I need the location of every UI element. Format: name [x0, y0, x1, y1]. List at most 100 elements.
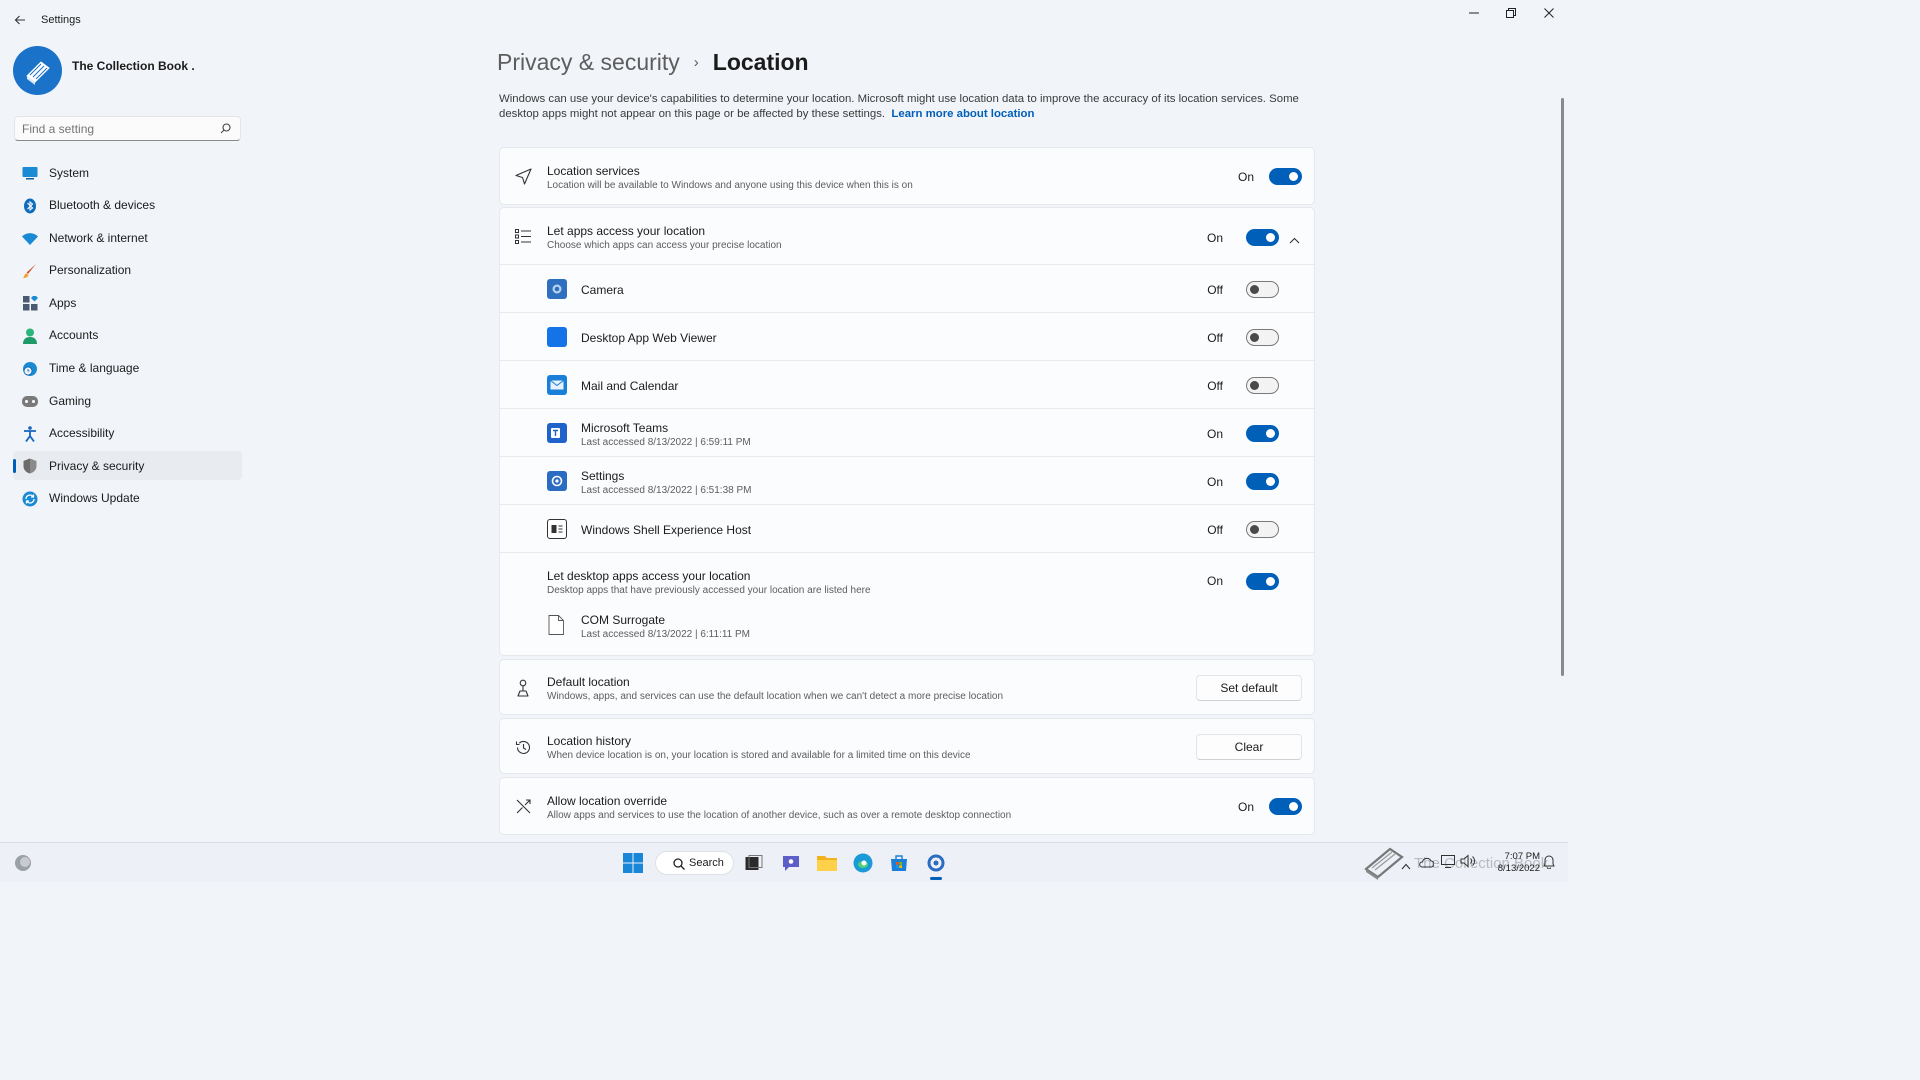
chevron-up-icon[interactable]: [1289, 231, 1300, 249]
set-default-button[interactable]: Set default: [1196, 675, 1302, 701]
app-state: Off: [1207, 331, 1223, 345]
app-row-web-viewer: Desktop App Web Viewer Off: [500, 313, 1314, 361]
sidebar-item-time-language[interactable]: Time & language: [13, 354, 242, 383]
desktop-apps-state: On: [1206, 574, 1223, 588]
default-location-card: Default location Windows, apps, and serv…: [499, 659, 1315, 715]
sidebar-item-system[interactable]: System: [13, 158, 242, 187]
app-name: Windows Shell Experience Host: [581, 523, 752, 537]
chat-icon[interactable]: [780, 852, 802, 874]
taskbar-search[interactable]: Search: [655, 851, 734, 875]
volume-icon[interactable]: [1460, 854, 1476, 873]
sidebar-item-apps[interactable]: Apps: [13, 288, 242, 317]
location-services-toggle[interactable]: [1269, 168, 1302, 185]
sidebar-nav: System Bluetooth & devices Network & int…: [13, 158, 242, 517]
sidebar-item-label: Bluetooth & devices: [49, 198, 156, 213]
location-services-title: Location services: [547, 164, 640, 178]
app-name: Microsoft Teams: [581, 421, 669, 435]
clear-history-button[interactable]: Clear: [1196, 734, 1302, 760]
close-icon: [1544, 8, 1554, 18]
title-bar: Settings: [0, 0, 1568, 40]
teams-icon: [547, 423, 567, 443]
update-icon: [22, 491, 38, 507]
sidebar-item-gaming[interactable]: Gaming: [13, 386, 242, 415]
sidebar-item-label: Time & language: [49, 361, 140, 376]
globe-clock-icon: [22, 361, 38, 377]
monitor-icon: [22, 165, 38, 181]
search-icon: [673, 858, 685, 870]
location-history-title: Location history: [547, 734, 632, 748]
app-state: On: [1206, 427, 1223, 441]
sidebar-item-bluetooth[interactable]: Bluetooth & devices: [13, 191, 242, 220]
app-name: Camera: [581, 283, 624, 297]
brush-icon: [22, 263, 38, 279]
web-viewer-toggle[interactable]: [1246, 329, 1279, 346]
shield-icon: [22, 458, 38, 474]
notification-icon[interactable]: [1543, 855, 1555, 874]
profile-header: The Collection Book .: [13, 46, 253, 96]
history-icon: [514, 738, 532, 756]
taskbar-date: 8/13/2022: [1497, 863, 1540, 874]
desktop-apps-toggle[interactable]: [1246, 573, 1279, 590]
app-last-accessed: Last accessed 8/13/2022 | 6:51:38 PM: [581, 485, 752, 496]
desktop-apps-title: Let desktop apps access your location: [547, 569, 751, 583]
app-access-state: On: [1206, 231, 1223, 245]
minimize-button[interactable]: [1459, 4, 1489, 22]
breadcrumb-parent[interactable]: Privacy & security: [497, 49, 680, 76]
task-view-icon[interactable]: [743, 852, 765, 874]
file-explorer-icon[interactable]: [816, 852, 838, 874]
taskbar-search-label: Search: [689, 857, 724, 869]
back-button[interactable]: [10, 10, 30, 30]
location-override-toggle[interactable]: [1269, 798, 1302, 815]
search-box[interactable]: [14, 116, 241, 141]
taskbar-clock[interactable]: 7:07 PM 8/13/2022: [1480, 851, 1540, 875]
close-button[interactable]: [1534, 4, 1564, 22]
learn-more-link[interactable]: Learn more about location: [891, 108, 1034, 120]
accessibility-icon: [22, 425, 38, 442]
settings-toggle[interactable]: [1246, 473, 1279, 490]
page-title: Location: [712, 48, 809, 75]
app-access-toggle[interactable]: [1246, 229, 1279, 246]
location-history-card: Location history When device location is…: [499, 718, 1315, 774]
sidebar-item-personalization[interactable]: Personalization: [13, 256, 242, 285]
restore-button[interactable]: [1496, 4, 1526, 22]
location-arrow-icon: [514, 167, 532, 185]
default-location-subtitle: Windows, apps, and services can use the …: [547, 691, 1004, 702]
edge-browser-icon[interactable]: [852, 852, 874, 874]
location-services-subtitle: Location will be available to Windows an…: [547, 180, 913, 191]
location-history-subtitle: When device location is on, your locatio…: [547, 750, 971, 761]
shell-host-toggle[interactable]: [1246, 521, 1279, 538]
profile-name: The Collection Book .: [72, 59, 195, 73]
scrollbar[interactable]: [1561, 98, 1564, 676]
gamepad-icon: [22, 393, 38, 409]
camera-toggle[interactable]: [1246, 281, 1279, 298]
sidebar-item-accounts[interactable]: Accounts: [13, 321, 242, 350]
sidebar-item-windows-update[interactable]: Windows Update: [13, 484, 242, 513]
location-override-card: Allow location override Allow apps and s…: [499, 777, 1315, 835]
location-override-title: Allow location override: [547, 794, 668, 808]
weather-icon[interactable]: [12, 852, 34, 874]
cloud-icon[interactable]: [1418, 855, 1435, 873]
app-row-camera: Camera Off: [500, 265, 1314, 313]
app-access-subtitle: Choose which apps can access your precis…: [547, 240, 782, 251]
sidebar-item-privacy-security[interactable]: Privacy & security: [13, 451, 242, 481]
chevron-up-icon[interactable]: [1401, 857, 1411, 875]
file-icon: [548, 615, 564, 640]
app-access-header-row[interactable]: Let apps access your location Choose whi…: [500, 208, 1314, 264]
avatar[interactable]: [13, 46, 62, 95]
teams-toggle[interactable]: [1246, 425, 1279, 442]
intro-text: Windows can use your device's capabiliti…: [499, 92, 1315, 122]
sidebar-item-accessibility[interactable]: Accessibility: [13, 419, 242, 448]
sidebar-item-label: System: [49, 165, 90, 180]
store-icon[interactable]: [888, 852, 910, 874]
settings-taskbar-icon[interactable]: [925, 852, 947, 874]
mail-calendar-toggle[interactable]: [1246, 377, 1279, 394]
app-row-shell-host: Windows Shell Experience Host Off: [500, 505, 1314, 553]
sidebar-item-network[interactable]: Network & internet: [13, 223, 242, 252]
windows-start-icon[interactable]: [622, 852, 644, 874]
display-icon[interactable]: [1441, 855, 1455, 873]
app-access-card: Let apps access your location Choose whi…: [499, 207, 1315, 656]
app-row-settings: Settings Last accessed 8/13/2022 | 6:51:…: [500, 457, 1314, 505]
shell-host-icon: [547, 519, 567, 539]
app-name: Settings: [581, 469, 625, 483]
search-input[interactable]: [22, 120, 212, 138]
